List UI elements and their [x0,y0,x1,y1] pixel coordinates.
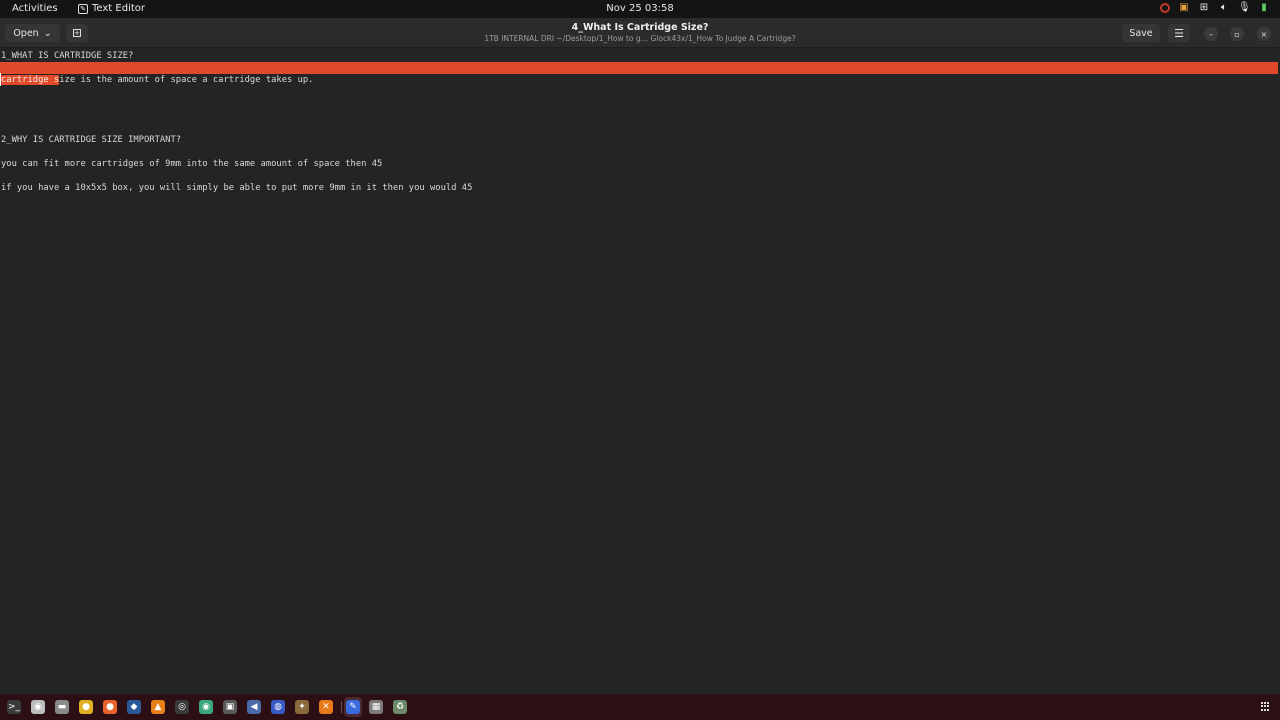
dock-app-blue-icon[interactable]: ◀ [247,700,261,714]
dock-screenshot-icon[interactable]: ◉ [31,700,45,714]
dock-files-icon[interactable]: ▬ [55,700,69,714]
dock-text-editor-icon[interactable]: ✎ [346,700,360,714]
activities-button[interactable]: Activities [12,3,58,14]
taskbar-dock: >_ ◉ ▬ ● ● ◆ ▲ ◎ ◉ ▣ ◀ ◍ ✦ ✕ ✎ ▦ ♻ [0,694,1280,720]
editor-line[interactable]: if you have a 10x5x5 box, you will simpl… [1,182,472,194]
editor-line[interactable]: cartridge size is the amount of space a … [1,74,313,86]
window-title: 4_What Is Cartridge Size? [571,22,709,33]
chevron-down-icon: ⌄ [43,27,52,39]
app-menu[interactable]: ✎ Text Editor [78,3,145,14]
maximize-icon: ▫ [1234,29,1240,39]
dock-app-gray-icon[interactable]: ▣ [223,700,237,714]
record-disc-icon[interactable] [1160,2,1170,13]
dock-app-game-icon[interactable]: ✦ [295,700,309,714]
header-bar: Open ⌄ + 4_What Is Cartridge Size? 1TB I… [0,18,1280,48]
clock[interactable]: Nov 25 03:58 [606,3,673,14]
app-menu-label: Text Editor [92,3,145,14]
editor-line[interactable]: 2_WHY IS CARTRIDGE SIZE IMPORTANT? [1,134,181,146]
close-icon: × [1260,29,1268,39]
hamburger-icon: ☰ [1174,26,1184,40]
text-cursor [0,73,1,86]
dock-vlc-icon[interactable]: ▲ [151,700,165,714]
dock-app-circle-icon[interactable]: ◍ [271,700,285,714]
text-editor-app-icon: ✎ [78,3,88,14]
dock-terminal-icon[interactable]: >_ [7,700,21,714]
editor-line[interactable]: you can fit more cartridges of 9mm into … [1,158,382,170]
file-path: 1TB INTERNAL DRI ~/Desktop/1_How to g… G… [484,34,796,43]
microphone-icon[interactable]: 🎙︎ [1238,2,1251,13]
show-applications-icon[interactable] [1261,702,1270,711]
text-editor-area[interactable]: 1_WHAT IS CARTRIDGE SIZE? cartridge size… [0,49,1280,694]
open-label: Open [13,27,39,39]
maximize-button[interactable]: ▫ [1230,27,1244,41]
save-button[interactable]: Save [1122,24,1160,42]
network-icon[interactable]: ⊞ [1198,2,1210,13]
new-document-icon: + [73,29,81,37]
dock-steam-icon[interactable]: ◆ [127,700,141,714]
battery-icon[interactable]: ▮ [1258,2,1270,13]
dock-firefox-icon[interactable]: ● [103,700,117,714]
system-tray[interactable]: ▣ ⊞ 🔈︎ 🎙︎ ▮ [1160,2,1270,13]
minimize-button[interactable]: – [1204,27,1218,41]
dock-obs-icon[interactable]: ◎ [175,700,189,714]
volume-icon[interactable]: 🔈︎ [1218,2,1230,13]
new-tab-button[interactable]: + [66,24,88,42]
selected-text[interactable]: cartridge s [1,75,60,85]
open-button[interactable]: Open ⌄ [5,24,60,42]
editor-line[interactable]: 1_WHAT IS CARTRIDGE SIZE? [1,50,133,62]
screen-share-icon[interactable]: ▣ [1178,2,1190,13]
dock-app-green-icon[interactable]: ◉ [199,700,213,714]
minimize-icon: – [1209,29,1213,39]
close-button[interactable]: × [1257,27,1271,41]
hamburger-menu-button[interactable]: ☰ [1168,24,1190,42]
top-bar: Activities ✎ Text Editor Nov 25 03:58 ▣ … [0,0,1280,18]
dock-separator [341,701,342,713]
dock-app-orange-icon[interactable]: ✕ [319,700,333,714]
dock-trash-icon[interactable]: ♻ [393,700,407,714]
dock-chrome-icon[interactable]: ● [79,700,93,714]
editor-line-text: ize is the amount of space a cartridge t… [59,75,314,85]
selection-highlight [0,62,1278,74]
dock-app-gray2-icon[interactable]: ▦ [369,700,383,714]
